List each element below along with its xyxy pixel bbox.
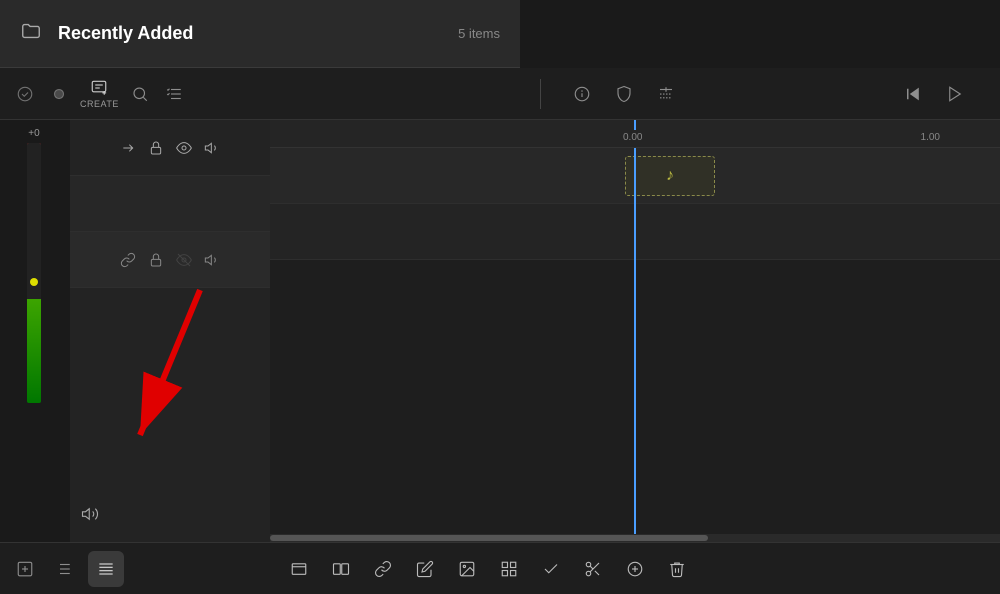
trim-button[interactable]	[286, 556, 312, 582]
check-button[interactable]	[12, 81, 38, 107]
toolbar-left-group: CREATE	[12, 79, 532, 109]
track1-eye-button[interactable]	[174, 138, 194, 158]
play-button[interactable]	[942, 81, 968, 107]
track-controls	[70, 120, 270, 542]
track2-link-button[interactable]	[118, 250, 138, 270]
grid-view-button[interactable]	[88, 551, 124, 587]
master-volume[interactable]	[70, 494, 110, 534]
info-button[interactable]	[569, 81, 595, 107]
toolbar-right-controls	[569, 81, 679, 107]
grid-button[interactable]	[496, 556, 522, 582]
track2-volume-button[interactable]	[202, 250, 222, 270]
folder-icon	[20, 20, 42, 48]
toolbar-divider	[540, 79, 541, 109]
time-marker-1: 1.00	[921, 132, 940, 143]
toolbar-right-group	[549, 81, 988, 107]
list-filter-button[interactable]	[161, 81, 187, 107]
list-view-button[interactable]	[50, 556, 76, 582]
delete-button[interactable]	[664, 556, 690, 582]
track-2-controls	[70, 232, 270, 288]
track-1-controls	[70, 120, 270, 176]
track1-follow-button[interactable]	[118, 138, 138, 158]
recently-added-panel: Recently Added 5 items	[0, 0, 520, 68]
vu-marker	[30, 278, 38, 286]
master-vol-button[interactable]	[79, 503, 101, 525]
audio-waveform-icon: ♪	[666, 167, 674, 185]
playhead-line	[634, 148, 636, 542]
track2-eye-button[interactable]	[174, 250, 194, 270]
vu-meter-container: +0	[0, 120, 68, 542]
photo-button[interactable]	[454, 556, 480, 582]
search-button[interactable]	[127, 81, 153, 107]
track-1-timeline-area	[70, 176, 270, 232]
edit-button[interactable]	[412, 556, 438, 582]
shield-button[interactable]	[611, 81, 637, 107]
track2-lock-button[interactable]	[146, 250, 166, 270]
playhead-top-marker	[634, 120, 636, 130]
timeline-area: 0.00 1.00 ♪	[270, 120, 1000, 542]
split-button[interactable]	[328, 556, 354, 582]
time-marker-0: 0.00	[623, 132, 642, 143]
vu-label: +0	[28, 128, 39, 139]
bottom-toolbar	[270, 542, 1000, 594]
item-count: 5 items	[458, 26, 500, 41]
playback-controls	[900, 81, 968, 107]
scissors-button[interactable]	[580, 556, 606, 582]
link-button[interactable]	[370, 556, 396, 582]
audio-clip[interactable]: ♪	[625, 156, 715, 196]
checkbox-button[interactable]	[538, 556, 564, 582]
track1-lock-button[interactable]	[146, 138, 166, 158]
add-track-button[interactable]	[12, 556, 38, 582]
timeline-ruler: 0.00 1.00	[270, 120, 1000, 148]
create-label: CREATE	[80, 99, 119, 109]
timeline-tracks: ♪	[270, 148, 1000, 542]
record-button[interactable]	[46, 81, 72, 107]
timeline-scrollbar[interactable]	[270, 534, 1000, 542]
bottom-left-toolbar	[0, 542, 270, 594]
track1-volume-button[interactable]	[202, 138, 222, 158]
create-button[interactable]: CREATE	[80, 79, 119, 109]
add-circle-button[interactable]	[622, 556, 648, 582]
vu-overlay	[27, 143, 41, 299]
scrollbar-thumb[interactable]	[270, 535, 708, 541]
main-toolbar: CREATE	[0, 68, 1000, 120]
add-marker-button[interactable]	[653, 81, 679, 107]
panel-title: Recently Added	[58, 23, 442, 44]
skip-back-button[interactable]	[900, 81, 926, 107]
